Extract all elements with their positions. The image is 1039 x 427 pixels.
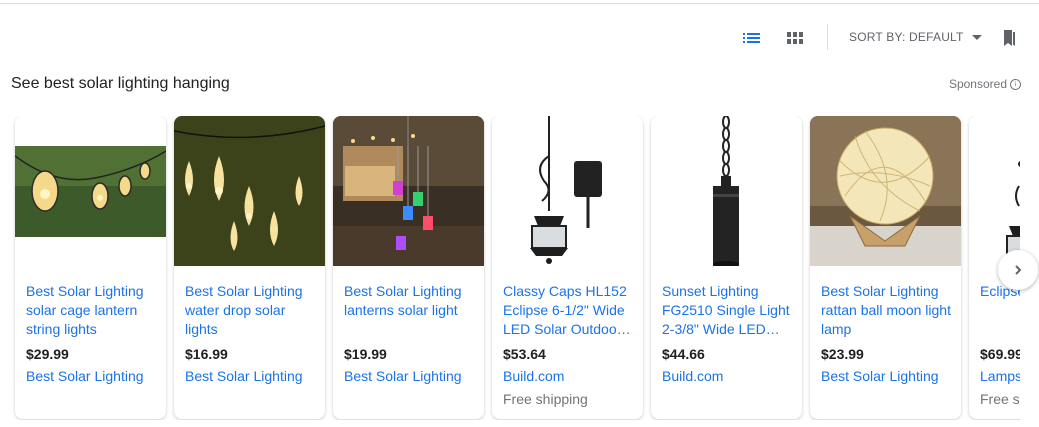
section-heading: See best solar lighting hanging	[11, 75, 230, 92]
product-price: $23.99	[821, 346, 864, 362]
product-price: $19.99	[344, 346, 387, 362]
list-view-icon[interactable]	[740, 26, 764, 50]
merchant-name: Lamps	[980, 368, 1020, 384]
product-image	[651, 116, 802, 266]
product-image	[969, 116, 1020, 266]
product-price: $44.66	[662, 346, 705, 362]
product-title[interactable]: Best Solar Lighting rattan ball moon lig…	[821, 282, 956, 339]
product-title[interactable]: Classy Caps HL152 Eclipse 6-1/2" Wide LE…	[503, 282, 638, 339]
grid-view-icon[interactable]	[783, 26, 807, 50]
chevron-down-icon	[971, 34, 982, 40]
merchant-name: Best Solar Lighting	[344, 368, 462, 384]
product-image	[174, 116, 325, 266]
product-title[interactable]: Best Solar Lighting water drop solar lig…	[185, 282, 320, 339]
sort-label: SORT BY: DEFAULT	[849, 30, 964, 44]
product-card[interactable]: Classy Caps HL152 Eclipse 6-1/2" Wide LE…	[492, 116, 643, 419]
merchant-name: Best Solar Lighting	[821, 368, 939, 384]
product-card[interactable]: Sunset Lighting FG2510 Single Light 2-3/…	[651, 116, 802, 419]
shipping-info: Free shipping	[503, 391, 588, 407]
product-image	[333, 116, 484, 266]
chevron-right-icon	[1015, 265, 1022, 275]
bookmark-icon[interactable]	[997, 26, 1021, 50]
sort-dropdown[interactable]: SORT BY: DEFAULT	[849, 30, 982, 44]
merchant-name: Best Solar Lighting	[185, 368, 303, 384]
product-image	[15, 116, 166, 266]
toolbar-separator	[827, 24, 828, 50]
sponsored-label[interactable]: Sponsored i	[949, 77, 1021, 91]
results-toolbar: SORT BY: DEFAULT	[0, 24, 1039, 52]
sponsored-text: Sponsored	[948, 77, 1007, 91]
info-icon: i	[1010, 78, 1021, 90]
product-title[interactable]: Best Solar Lighting solar cage lantern s…	[26, 282, 161, 339]
product-image	[810, 116, 961, 266]
product-card[interactable]: Best Solar Lighting water drop solar lig…	[174, 116, 325, 419]
product-image	[492, 116, 643, 266]
product-price: $29.99	[26, 346, 69, 362]
merchant-name: Build.com	[662, 368, 724, 384]
product-card[interactable]: Best Solar Lighting solar cage lantern s…	[15, 116, 166, 419]
product-price: $69.99	[980, 346, 1020, 362]
merchant-name: Build.com	[503, 368, 565, 384]
merchant-name: Best Solar Lighting	[26, 368, 144, 384]
product-card[interactable]: Best Solar Lighting lanterns solar light…	[333, 116, 484, 419]
product-card[interactable]: Best Solar Lighting rattan ball moon lig…	[810, 116, 961, 419]
product-title[interactable]: Sunset Lighting FG2510 Single Light 2-3/…	[662, 282, 797, 339]
top-divider	[0, 3, 1039, 4]
product-price: $53.64	[503, 346, 546, 362]
shipping-info: Free s	[980, 391, 1020, 407]
product-price: $16.99	[185, 346, 228, 362]
product-carousel: Best Solar Lighting solar cage lantern s…	[0, 116, 1020, 420]
product-title[interactable]: Best Solar Lighting lanterns solar light	[344, 282, 479, 320]
carousel-next-button[interactable]	[998, 250, 1038, 290]
